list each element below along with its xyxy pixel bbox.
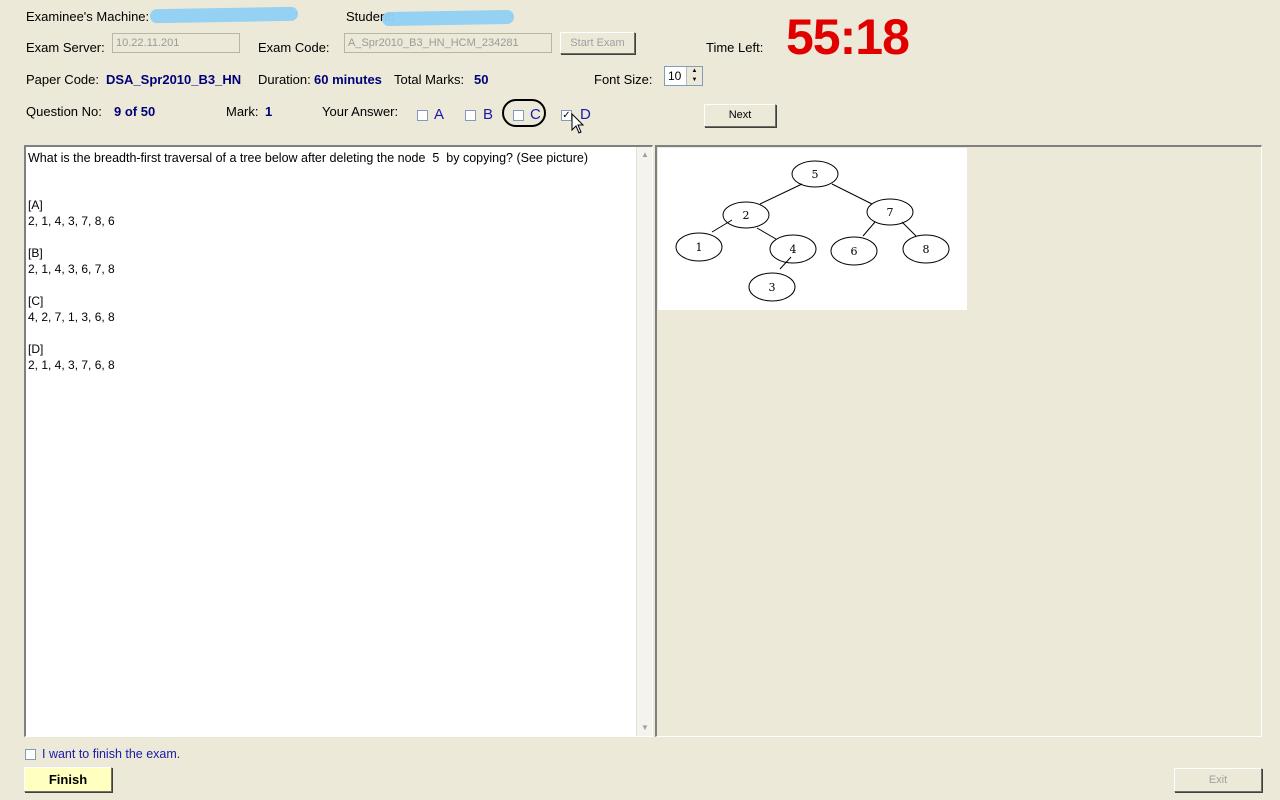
picture-panel: 5 2 7 1 4 6 8 3: [655, 145, 1262, 737]
mouse-cursor-icon: [571, 113, 585, 134]
time-left-value: 55:18: [786, 9, 910, 65]
question-text: What is the breadth-first traversal of a…: [28, 151, 589, 165]
exam-code-label: Exam Code:: [258, 40, 330, 55]
mark-value: 1: [265, 104, 273, 119]
font-size-label: Font Size:: [594, 72, 653, 87]
option-a-tag: [A]: [28, 198, 43, 212]
tree-node-1: 1: [696, 241, 703, 254]
time-left-label: Time Left:: [706, 40, 764, 55]
spinner-down-button[interactable]: ▼: [686, 76, 702, 85]
font-size-value: 10: [668, 69, 682, 83]
paper-code-value: DSA_Spr2010_B3_HN: [106, 72, 242, 87]
total-marks-label: Total Marks:: [394, 72, 465, 87]
answer-a-label[interactable]: A: [434, 106, 444, 123]
tree-node-6: 6: [851, 245, 858, 258]
tree-node-5: 5: [812, 168, 819, 181]
option-d-value: 2, 1, 4, 3, 7, 6, 8: [28, 358, 115, 372]
tree-picture: 5 2 7 1 4 6 8 3: [658, 148, 967, 310]
option-b-tag: [B]: [28, 246, 43, 260]
tree-node-2: 2: [743, 209, 750, 222]
answer-b-checkbox[interactable]: [465, 110, 476, 121]
duration-label: Duration:: [258, 72, 311, 87]
option-d-tag: [D]: [28, 342, 44, 356]
finish-exam-checkbox-label[interactable]: I want to finish the exam.: [42, 747, 180, 761]
finish-button[interactable]: Finish: [24, 767, 112, 792]
examinee-machine-label: Examinee's Machine:: [26, 9, 150, 24]
finish-exam-checkbox[interactable]: [25, 749, 36, 760]
option-a-value: 2, 1, 4, 3, 7, 8, 6: [28, 214, 115, 228]
option-b-value: 2, 1, 4, 3, 6, 7, 8: [28, 262, 115, 276]
duration-value: 60 minutes: [314, 72, 382, 87]
option-c-value: 4, 2, 7, 1, 3, 6, 8: [28, 310, 115, 324]
redaction-scribble-machine: [149, 6, 299, 24]
exit-button[interactable]: Exit: [1174, 768, 1262, 792]
question-no-value: 9 of 50: [114, 104, 156, 119]
next-button[interactable]: Next: [704, 104, 776, 127]
tree-node-4: 4: [790, 243, 797, 256]
mark-label: Mark:: [226, 104, 259, 119]
font-size-spinner[interactable]: 10 ▲ ▼: [664, 66, 703, 86]
exam-server-field[interactable]: 10.22.11.201: [112, 33, 240, 53]
exam-server-label: Exam Server:: [26, 40, 105, 55]
tree-node-8: 8: [923, 243, 930, 256]
redaction-scribble-student: [381, 9, 515, 27]
tree-node-3: 3: [769, 281, 776, 294]
start-exam-button[interactable]: Start Exam: [560, 32, 635, 54]
answer-b-label[interactable]: B: [483, 106, 493, 123]
paper-code-label: Paper Code:: [26, 72, 99, 87]
spinner-up-button[interactable]: ▲: [686, 67, 702, 76]
option-c-tag: [C]: [28, 294, 44, 308]
exam-code-field[interactable]: A_Spr2010_B3_HN_HCM_234281: [344, 33, 552, 53]
total-marks-value: 50: [474, 72, 489, 87]
tree-node-7: 7: [887, 206, 894, 219]
question-panel[interactable]: What is the breadth-first traversal of a…: [24, 145, 653, 737]
hand-drawn-circle-c: [502, 99, 546, 127]
your-answer-label: Your Answer:: [322, 104, 399, 119]
question-no-label: Question No:: [26, 104, 102, 119]
question-scrollbar[interactable]: ▲ ▼: [636, 147, 652, 736]
scroll-up-icon[interactable]: ▲: [637, 147, 653, 163]
scroll-down-icon[interactable]: ▼: [637, 720, 653, 736]
answer-a-checkbox[interactable]: [417, 110, 428, 121]
